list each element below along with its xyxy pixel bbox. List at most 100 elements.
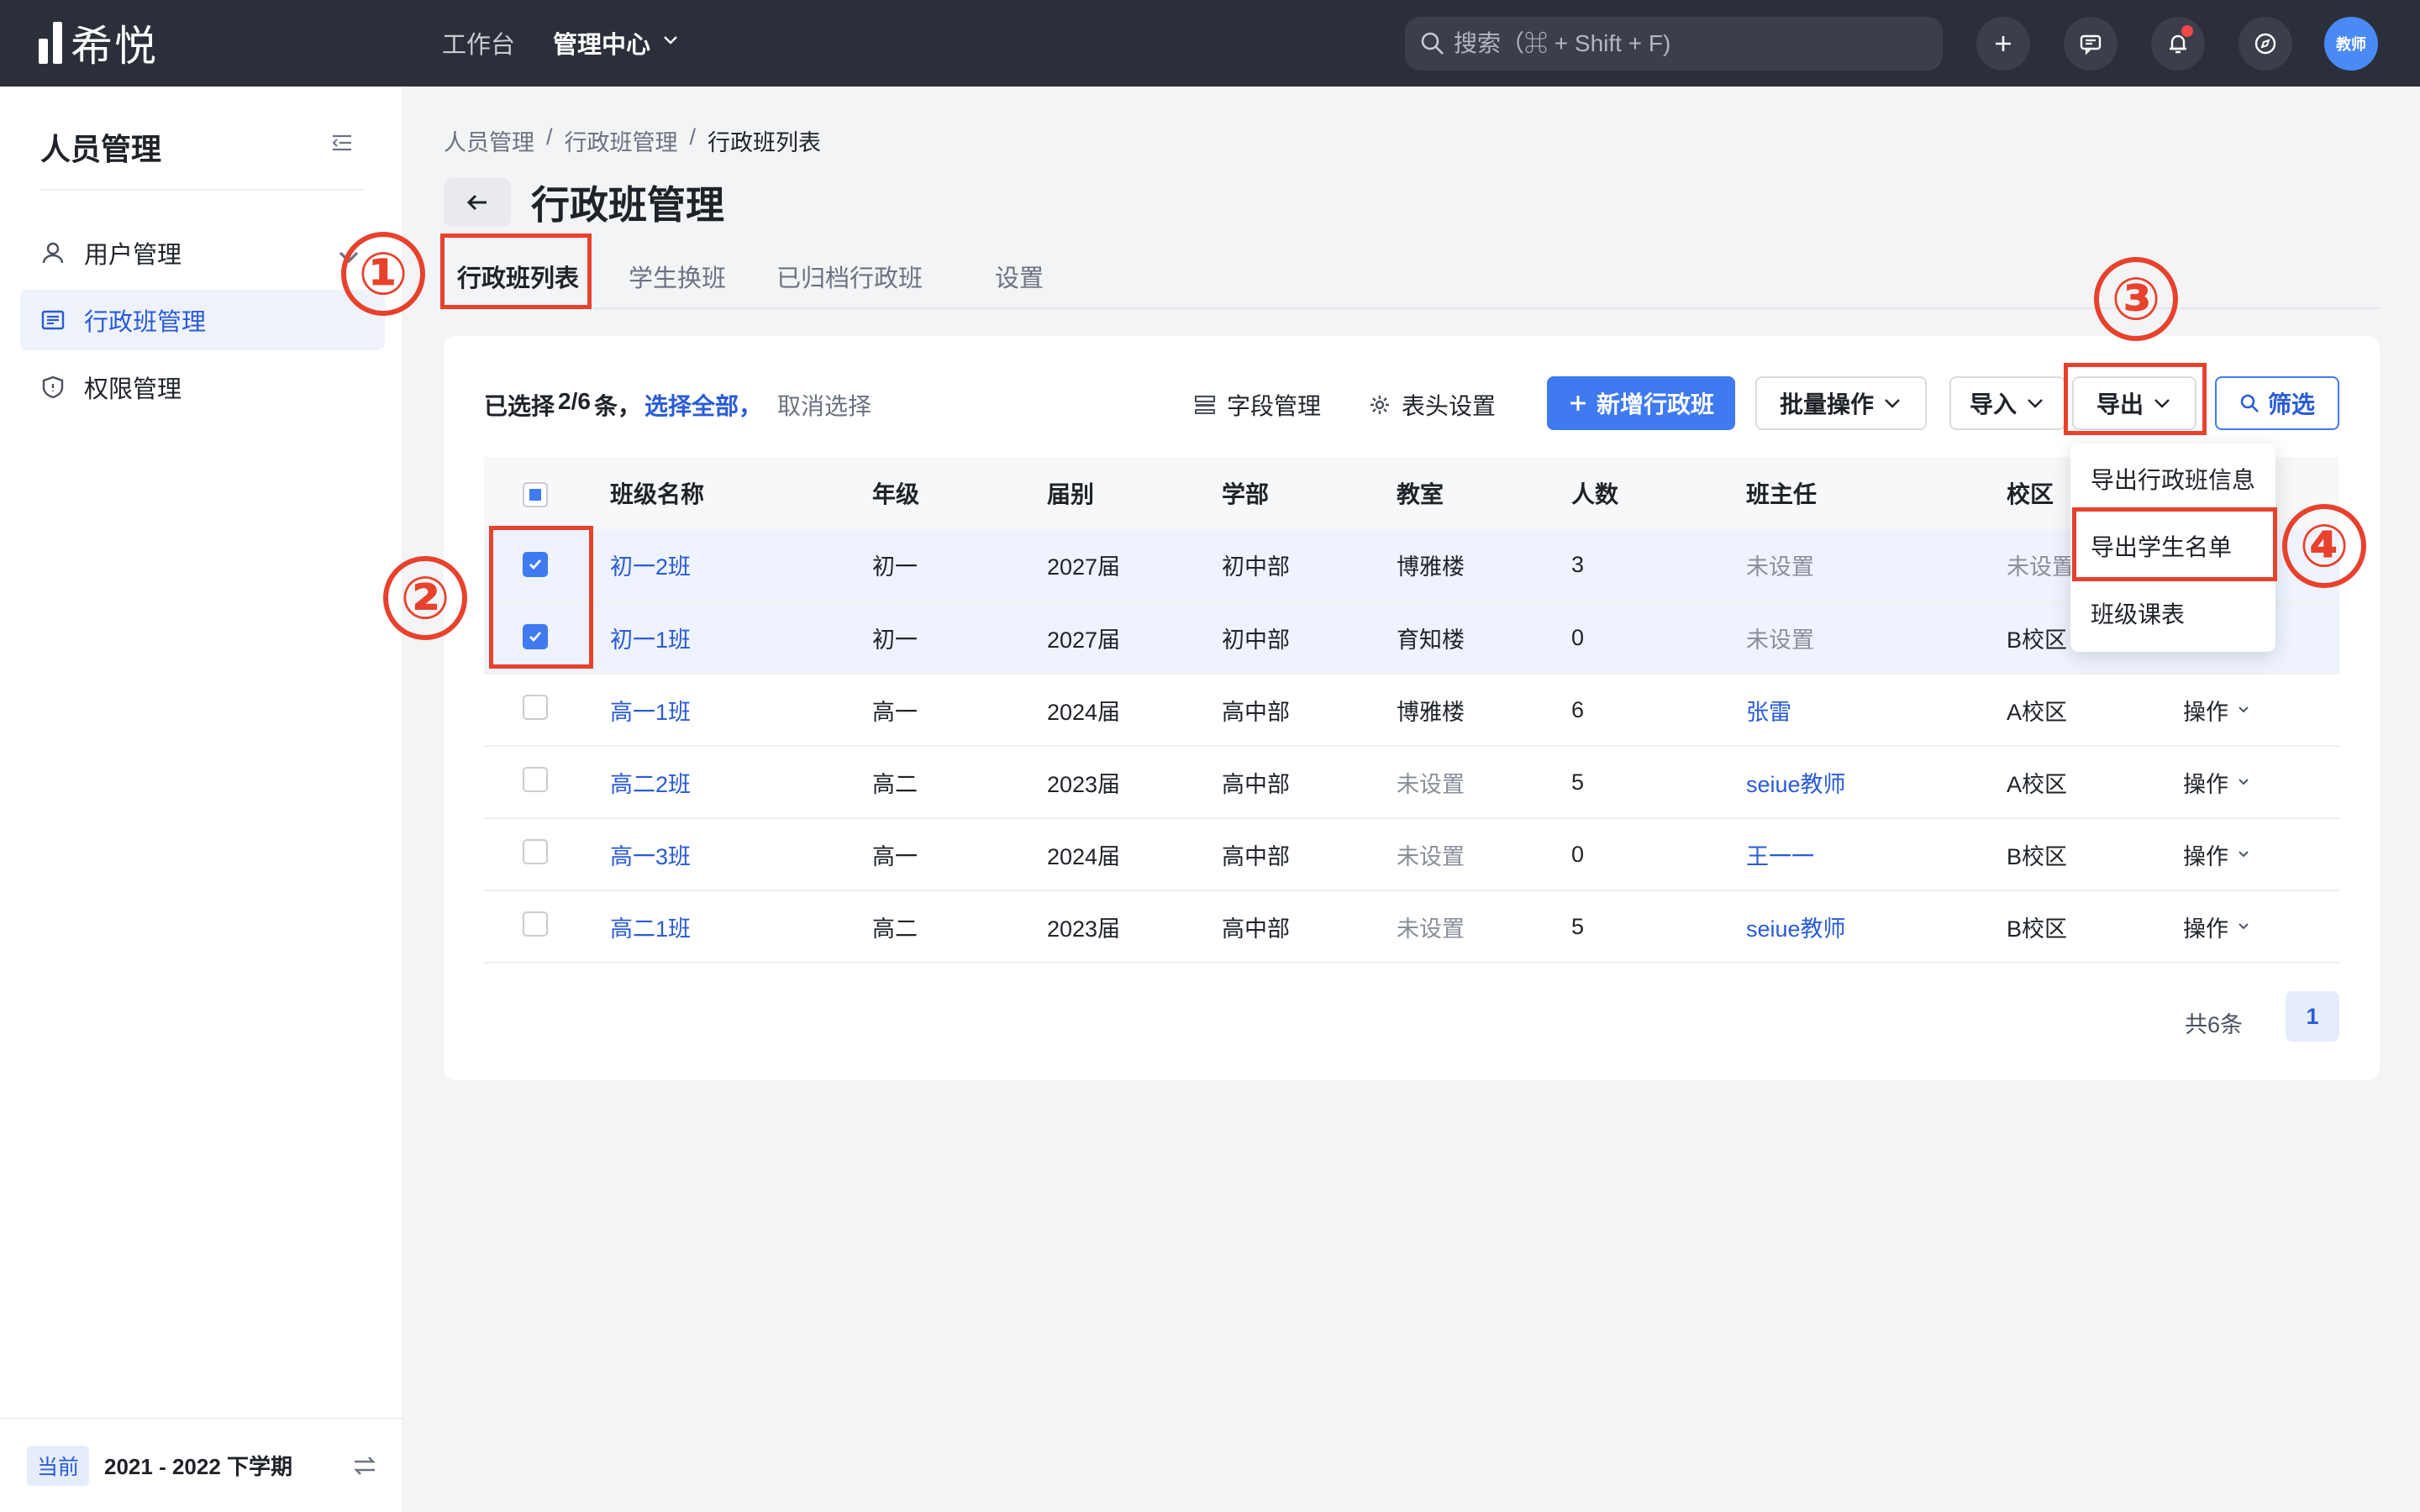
selected-suffix: 条， <box>593 393 641 419</box>
row-checkbox[interactable] <box>523 694 548 720</box>
current-term: 2021 - 2022 下学期 <box>104 1454 293 1479</box>
chevron-down-icon[interactable] <box>662 32 679 49</box>
table-row: 高二1班 高二 2023届 高中部 未设置 5 seiue教师 B校区 操作 <box>484 890 2339 963</box>
collapse-sidebar-icon[interactable] <box>331 134 353 152</box>
annotation-box-4 <box>2072 507 2277 581</box>
cell-count: 6 <box>1571 696 1585 722</box>
sidebar-item-admin-class[interactable]: 行政班管理 <box>20 290 385 350</box>
table-row: 初一1班 初一 2027届 初中部 育知楼 0 未设置 B校区 <box>484 601 2339 674</box>
search-input[interactable] <box>1454 30 1924 57</box>
select-all-checkbox[interactable] <box>523 481 548 507</box>
add-class-button[interactable]: 新增行政班 <box>1547 376 1735 430</box>
cell-name[interactable]: 高一1班 <box>610 674 872 746</box>
cell-teacher[interactable]: seiue教师 <box>1746 890 2007 963</box>
tab-settings[interactable]: 设置 <box>995 259 1044 294</box>
column-header[interactable]: 学部 <box>1222 457 1397 529</box>
cell-name[interactable]: 初一1班 <box>610 601 872 674</box>
sidebar-item-permissions[interactable]: 权限管理 <box>20 357 385 417</box>
cell-campus: A校区 <box>2007 699 2068 725</box>
avatar[interactable]: 教师 <box>2324 17 2378 71</box>
cell-grade: 高二 <box>872 916 918 942</box>
back-button[interactable] <box>444 178 511 227</box>
table-header-row: 班级名称 年级 届别 学部 教室 人数 班主任 校区 <box>484 457 2339 529</box>
cell-year: 2027届 <box>1047 627 1121 653</box>
breadcrumb: 人员管理 / 行政班管理 / 行政班列表 <box>444 124 821 157</box>
cell-teacher[interactable]: 王一一 <box>1746 818 2007 890</box>
tab-student-transfer[interactable]: 学生换班 <box>629 259 726 294</box>
cell-actions: 操作 <box>2183 746 2339 818</box>
batch-operations-button[interactable]: 批量操作 <box>1755 376 1927 430</box>
column-header[interactable]: 届别 <box>1047 457 1222 529</box>
sidebar-title: 人员管理 <box>40 132 162 166</box>
cell-name[interactable]: 高二2班 <box>610 746 872 818</box>
annotation-number-4: ④ <box>2282 504 2366 588</box>
gear-icon <box>1370 396 1389 414</box>
switch-term-icon[interactable] <box>351 1452 378 1479</box>
column-header[interactable]: 教室 <box>1397 457 1571 529</box>
row-actions-button[interactable]: 操作 <box>2183 838 2250 871</box>
user-icon <box>42 242 64 264</box>
chevron-down-icon <box>2238 706 2249 713</box>
search-box[interactable] <box>1405 17 1943 71</box>
table-row: 初一2班 初一 2027届 初中部 博雅楼 3 未设置 未设置 <box>484 529 2339 601</box>
term-footer: 当前 2021 - 2022 下学期 <box>0 1418 403 1512</box>
filter-button[interactable]: 筛选 <box>2215 376 2339 430</box>
row-actions-button[interactable]: 操作 <box>2183 911 2250 943</box>
row-checkbox[interactable] <box>523 838 548 864</box>
row-actions-button[interactable]: 操作 <box>2183 694 2250 727</box>
column-header[interactable]: 年级 <box>872 457 1047 529</box>
plus-icon[interactable] <box>1976 17 2030 71</box>
row-actions-button[interactable]: 操作 <box>2183 766 2250 799</box>
menu-item-class-schedule[interactable]: 班级课表 <box>2091 596 2185 630</box>
menu-item-export-class-info[interactable]: 导出行政班信息 <box>2091 462 2255 496</box>
filter-label: 筛选 <box>2267 391 2315 417</box>
class-table: 班级名称 年级 届别 学部 教室 人数 班主任 校区 初一2班 初一 2027届 初中… <box>484 457 2339 963</box>
cell-room: 未设置 <box>1397 916 1465 942</box>
cell-dept: 高中部 <box>1222 771 1290 797</box>
cell-count: 3 <box>1571 552 1585 577</box>
cell-dept: 高中部 <box>1222 699 1290 725</box>
message-icon[interactable] <box>2064 17 2118 71</box>
cell-name[interactable]: 高一3班 <box>610 818 872 890</box>
column-header[interactable]: 人数 <box>1571 457 1746 529</box>
nav-workbench[interactable]: 工作台 <box>442 25 515 60</box>
nav-admin-center[interactable]: 管理中心 <box>553 25 650 60</box>
cell-name[interactable]: 初一2班 <box>610 529 872 601</box>
cell-count: 5 <box>1571 913 1585 939</box>
column-header[interactable]: 班主任 <box>1746 457 2007 529</box>
cell-grade: 高一 <box>872 699 918 725</box>
current-term-tag: 当前 <box>27 1445 90 1486</box>
sidebar-divider <box>40 189 365 191</box>
bell-icon[interactable] <box>2151 17 2205 71</box>
cancel-selection-link[interactable]: 取消选择 <box>777 388 871 422</box>
compass-icon[interactable] <box>2238 17 2292 71</box>
cell-year: 2023届 <box>1047 771 1121 797</box>
annotation-box-2 <box>489 526 593 669</box>
logo[interactable]: 希悦 <box>39 20 158 71</box>
cell-campus: A校区 <box>2007 771 2068 797</box>
cell-room: 未设置 <box>1397 843 1465 869</box>
cell-teacher[interactable]: seiue教师 <box>1746 746 2007 818</box>
breadcrumb-people[interactable]: 人员管理 <box>444 124 534 157</box>
header-settings-label: 表头设置 <box>1402 393 1497 419</box>
import-button[interactable]: 导入 <box>1949 376 2065 430</box>
pagination-page-1[interactable]: 1 <box>2286 991 2339 1042</box>
cell-teacher[interactable]: 张雷 <box>1746 674 2007 746</box>
logo-text: 希悦 <box>71 22 158 71</box>
tab-archived[interactable]: 已归档行政班 <box>776 259 923 294</box>
chevron-down-icon <box>2238 923 2249 930</box>
field-management-button[interactable]: 字段管理 <box>1193 388 1321 422</box>
header-settings-button[interactable]: 表头设置 <box>1368 388 1496 422</box>
total-count: 共6条 <box>2185 1012 2244 1037</box>
cell-dept: 高中部 <box>1222 916 1290 942</box>
cell-grade: 高一 <box>872 843 918 869</box>
annotation-number-2: ② <box>383 556 467 640</box>
sidebar-item-user-management[interactable]: 用户管理 <box>20 223 385 283</box>
breadcrumb-admin-class[interactable]: 行政班管理 <box>565 124 678 157</box>
row-checkbox[interactable] <box>523 911 548 937</box>
row-checkbox[interactable] <box>523 766 548 792</box>
cell-campus: B校区 <box>2007 843 2068 869</box>
cell-name[interactable]: 高二1班 <box>610 890 872 963</box>
column-header[interactable]: 班级名称 <box>610 457 872 529</box>
select-all-link[interactable]: 选择全部， <box>644 388 762 422</box>
